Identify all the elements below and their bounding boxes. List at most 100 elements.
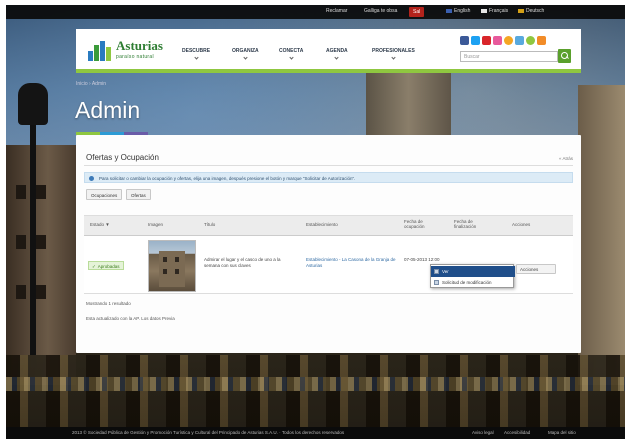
column-header-fecha-ocupacion[interactable]: Fecha de ocupación — [404, 219, 444, 229]
thumbnail-window — [163, 269, 167, 274]
footer-link-accesibilidad[interactable]: Accesibilidad — [504, 430, 530, 435]
chevron-down-icon — [334, 55, 339, 60]
status-badge: Aprobadas — [88, 261, 124, 270]
street-lamp-post — [30, 105, 36, 355]
breadcrumb[interactable]: Inicio › Admin — [76, 81, 106, 87]
language-english[interactable]: English — [446, 8, 470, 14]
info-message: Para solicitar o cambiar la ocupación y … — [84, 172, 573, 183]
background-photo: Reclamar Galliga te obsa Sal English Fra… — [6, 5, 625, 439]
language-label: Français — [489, 8, 509, 14]
language-french[interactable]: Français — [481, 8, 508, 14]
top-bar-button[interactable]: Sal — [409, 7, 425, 17]
info-message-text: Para solicitar o cambiar la ocupación y … — [99, 176, 356, 181]
column-header-imagen[interactable]: Imagen — [148, 222, 163, 227]
menu-item-solicitud[interactable]: Solicitud de modificación — [431, 277, 515, 288]
building-window — [16, 185, 26, 199]
rss-icon[interactable] — [504, 36, 513, 45]
youtube-icon[interactable] — [482, 36, 491, 45]
nav-agenda[interactable]: AGENDA — [326, 48, 348, 60]
panel-footnote: Esta actualizado con la AP. Los datos Pr… — [86, 316, 175, 321]
foursquare-icon[interactable] — [526, 36, 535, 45]
background-reflection-band — [6, 377, 625, 391]
thumbnail-window — [175, 257, 179, 262]
row-thumbnail[interactable] — [148, 240, 196, 292]
logo-name[interactable]: Asturias — [116, 38, 163, 54]
thumbnail-window — [163, 257, 167, 262]
background-building-left — [6, 145, 76, 385]
language-german[interactable]: Deutsch — [518, 8, 544, 14]
top-link-reclamar[interactable]: Reclamar — [326, 8, 347, 14]
building-window — [16, 285, 26, 299]
flag-icon — [446, 8, 452, 13]
building-window — [36, 185, 46, 199]
language-label: English — [454, 8, 471, 14]
nav-label: PROFESIONALES — [372, 48, 415, 54]
language-label: Deutsch — [526, 8, 545, 14]
back-link[interactable]: « Atrás — [559, 156, 573, 161]
pagination-text: Mostrando 1 resultado — [86, 301, 131, 306]
footer-copyright: 2013 © Sociedad Pública de Gestión y Pro… — [72, 430, 345, 435]
nav-profesionales[interactable]: PROFESIONALES — [372, 48, 415, 60]
nav-label: AGENDA — [326, 48, 348, 54]
flickr-icon[interactable] — [493, 36, 502, 45]
logo-bar — [100, 41, 105, 61]
chevron-down-icon — [391, 55, 396, 60]
tab-ocupaciones[interactable]: Ocupaciones — [86, 189, 123, 200]
logo-bar — [88, 51, 93, 61]
thumbnail-building — [159, 251, 185, 287]
building-window — [36, 285, 46, 299]
menu-item-label: Solicitud de modificación — [442, 280, 492, 285]
background-reflection — [6, 355, 625, 427]
top-utility-bar: Reclamar Galliga te obsa Sal English Fra… — [6, 5, 625, 19]
top-link-secondary[interactable]: Galliga te obsa — [364, 8, 397, 14]
chevron-down-icon — [193, 55, 199, 60]
page-title: Admin — [75, 97, 141, 123]
nav-label: DESCUBRE — [182, 48, 211, 54]
menu-item-label: Ver — [442, 269, 449, 274]
nav-organiza[interactable]: ORGANIZA — [232, 48, 259, 60]
panel-title: Ofertas y Ocupación — [86, 153, 159, 162]
footer-link-aviso[interactable]: Aviso legal — [472, 430, 494, 435]
facebook-icon[interactable] — [460, 36, 469, 45]
divider — [84, 165, 573, 166]
twitter-icon[interactable] — [471, 36, 480, 45]
search-input[interactable]: Buscar — [460, 51, 558, 62]
nav-conecta[interactable]: CONECTA — [279, 48, 304, 60]
background-building-right — [578, 85, 625, 385]
chevron-down-icon — [289, 55, 294, 60]
chevron-down-icon — [243, 55, 248, 60]
nav-label: CONECTA — [279, 48, 304, 54]
column-header-acciones: Acciones — [512, 222, 531, 227]
column-header-fecha-finalizacion[interactable]: Fecha de finalización — [454, 219, 496, 229]
flag-icon — [481, 8, 487, 13]
row-date-start: 07-05-2013 12:00 — [404, 257, 440, 262]
tab-ofertas[interactable]: Ofertas — [126, 189, 151, 200]
site-footer: 2013 © Sociedad Pública de Gestión y Pro… — [6, 427, 625, 439]
street-lamp — [18, 83, 48, 125]
column-header-estado[interactable]: Estado ▼ — [90, 222, 110, 227]
row-title[interactable]: Admirar el lugar y el casco de uno a la … — [204, 257, 296, 269]
admin-panel: Ofertas y Ocupación « Atrás Para solicit… — [76, 135, 581, 353]
mobile-icon[interactable] — [537, 36, 546, 45]
blog-icon[interactable] — [515, 36, 524, 45]
footer-link-mapa[interactable]: Mapa del sitio — [548, 430, 576, 435]
menu-item-ver[interactable]: Ver — [431, 266, 515, 277]
column-header-establecimiento[interactable]: Establecimiento — [306, 222, 338, 227]
info-icon — [89, 176, 94, 181]
eye-icon — [434, 269, 439, 274]
edit-icon — [434, 280, 439, 285]
column-header-titulo[interactable]: Título — [204, 222, 215, 227]
actions-dropdown: Ver Solicitud de modificación — [430, 264, 515, 288]
table-header: Estado ▼ Imagen Título Establecimiento F… — [84, 215, 573, 236]
actions-button[interactable]: Acciones — [516, 264, 556, 274]
nav-label: ORGANIZA — [232, 48, 259, 54]
row-establishment[interactable]: Establecimiento - La Casona de la Granja… — [306, 257, 396, 269]
site-header: Asturias paraíso natural DESCUBRE ORGANI… — [76, 29, 581, 73]
search-button[interactable] — [558, 49, 571, 63]
logo-bar — [94, 45, 99, 61]
logo-tagline: paraíso natural — [116, 54, 154, 60]
nav-descubre[interactable]: DESCUBRE — [182, 48, 211, 60]
logo-icon[interactable] — [88, 41, 112, 61]
building-window — [36, 235, 46, 249]
thumbnail-window — [175, 269, 179, 274]
